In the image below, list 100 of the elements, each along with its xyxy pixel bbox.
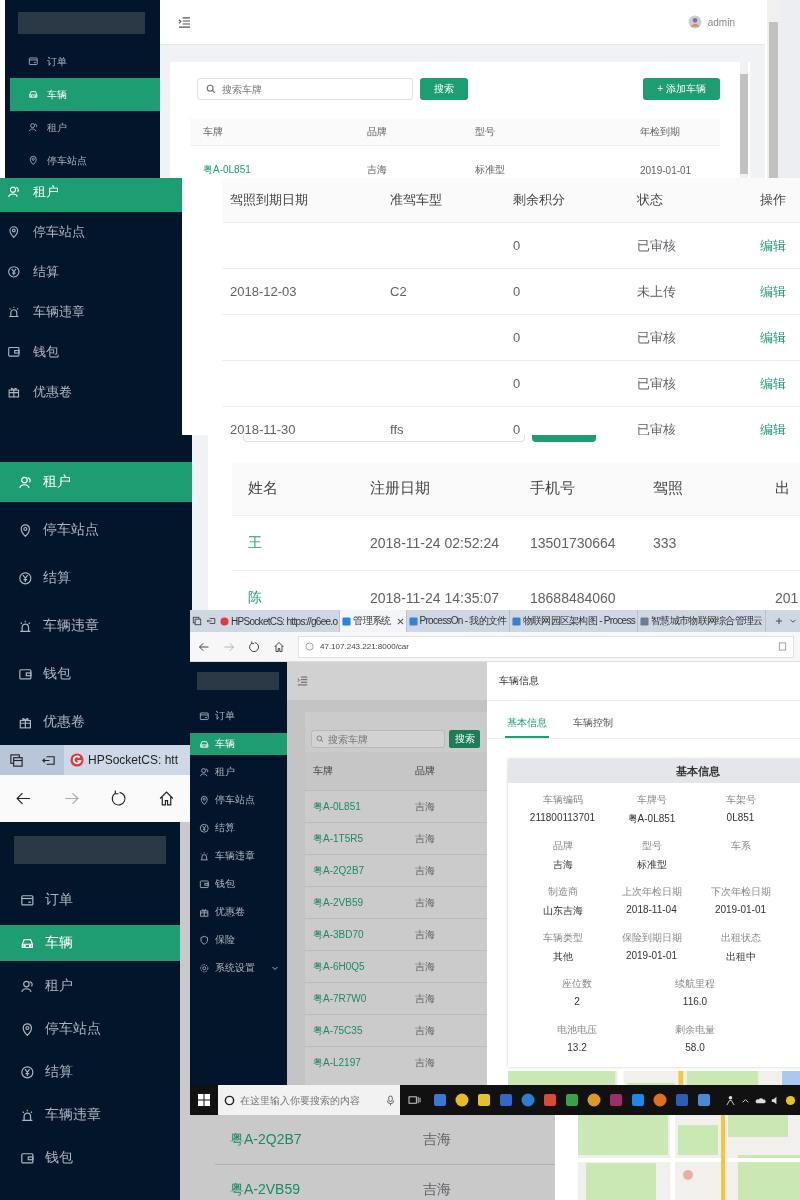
edit-link[interactable]: 编辑 [760,283,786,299]
field-value: 其他 [552,950,573,964]
column-header: 型号 [475,125,495,137]
drawer-title: 车辆信息 [499,674,539,688]
sidebar-item[interactable]: 钱包 [0,1140,180,1176]
table-cell: 吉海 [415,992,435,1004]
table-cell: 吉海 [415,800,435,812]
browser-tab[interactable]: HPSocketCS: htt [64,745,190,775]
sidebar-item[interactable]: 优惠卷 [0,702,192,742]
table-cell: 吉海 [415,1056,435,1068]
column-header: 准驾车型 [390,192,442,207]
table-cell: 333 [653,535,677,551]
table-cell: 吉海 [415,928,435,940]
sidebar-item[interactable]: 结算 [0,1054,180,1090]
search-button[interactable]: 搜索 [449,730,480,748]
sidebar-item[interactable]: 优惠卷 [0,372,182,412]
column-header: 手机号 [530,479,575,496]
sidebar-item[interactable]: 钱包 [190,873,287,895]
table-cell: ffs [390,422,404,435]
column-header: 驾照到期日期 [230,192,308,207]
sidebar-item[interactable]: 停车站点 [0,1011,180,1047]
sidebar-item[interactable]: 停车站点 [0,510,192,550]
table-cell: 吉海 [415,896,435,908]
sidebar-item[interactable]: 停车站点 [0,212,182,252]
table-cell: 已审核 [637,329,676,345]
table-cell: 标准型 [475,164,505,175]
sidebar-item[interactable]: 车辆违章 [0,1097,180,1133]
sidebar-item[interactable]: 钱包 [0,654,192,694]
sidebar-item[interactable]: 结算 [190,817,287,839]
sidebar-item[interactable]: 保险 [190,929,287,951]
search-field[interactable]: 在这里输入你要搜索的内容 [218,1085,400,1115]
sidebar-item[interactable]: 结算 [0,558,192,598]
column-header: 注册日期 [370,479,430,496]
column-header: 品牌 [415,765,435,776]
name-link[interactable]: 王 [248,534,262,550]
sidebar-item[interactable]: 租户 [10,111,160,144]
table-cell: 0 [513,330,521,345]
sidebar-item[interactable]: 车辆违章 [0,606,192,646]
sidebar-item[interactable]: 优惠卷 [190,901,287,923]
sidebar-item[interactable]: 结算 [0,252,182,292]
column-header: 状态 [637,192,663,207]
table-cell: 已审核 [637,237,676,253]
browser-tab[interactable]: 管理系统 [340,610,407,632]
edit-link[interactable]: 编辑 [760,421,786,435]
field-label: 续航里程 [675,977,715,991]
sidebar-item[interactable]: 停车站点 [190,789,287,811]
address-field[interactable]: 47.107.243.221:8000/car [298,635,794,658]
user-name[interactable]: admin [707,16,735,28]
column-header: 车牌 [313,765,333,776]
plate-link[interactable]: 粤A-0L851 [203,164,251,175]
card-title: 基本信息 [676,763,720,779]
sidebar-item[interactable]: 租户 [0,968,180,1004]
edit-link[interactable]: 编辑 [760,329,786,345]
search-field[interactable]: 搜索车牌 [311,730,445,748]
table-cell: 13501730664 [530,535,616,551]
edit-link[interactable]: 编辑 [760,375,786,391]
field-label: 电池电压 [557,1023,597,1037]
column-header: 车牌 [203,125,223,137]
field-value: 211800113701 [529,812,596,823]
tab[interactable]: 基本信息 [505,709,549,738]
field-value: 116.0 [682,996,708,1007]
column-header: 姓名 [248,479,278,496]
sidebar-item[interactable]: 钱包 [0,332,182,372]
field-value: 13.2 [567,1042,587,1053]
table-cell: 0 [513,422,521,435]
field-value: 0L851 [726,812,755,823]
table-cell: 未上传 [637,283,676,299]
sidebar-item[interactable]: 系统设置 [190,957,287,979]
field-label: 车系 [730,839,751,853]
field-value: 2018-11-04 [626,904,677,915]
table-cell: 2018-11-24 14:35:07 [370,590,499,606]
sidebar-item[interactable]: 停车站点 [10,144,160,177]
sidebar-item[interactable]: 租户 [190,761,287,783]
edit-link[interactable]: 编辑 [760,237,786,253]
field-label: 制造商 [547,885,578,899]
column-header: 出 [775,479,790,496]
sidebar-item[interactable]: 订单 [10,45,160,78]
sidebar-item[interactable]: 车辆违章 [190,845,287,867]
column-header: 品牌 [367,125,387,137]
field-value: 出租中 [725,950,756,964]
search-field[interactable]: 搜索车牌 [197,78,413,100]
field-label: 座位数 [562,977,592,991]
table-cell: 0 [513,238,521,253]
table-cell: 吉海 [415,960,435,972]
sidebar-item[interactable]: 车辆违章 [0,292,182,332]
field-label: 车辆类型 [542,931,583,945]
field-label: 保险到期日期 [621,931,682,945]
name-link[interactable]: 陈 [248,589,262,605]
table-cell: 已审核 [637,421,676,435]
field-label: 上次年检日期 [621,885,682,899]
table-cell: 2018-12-03 [230,284,297,299]
table-cell: 吉海 [423,1130,451,1147]
field-label: 下次年检日期 [710,885,771,899]
tab[interactable]: 车辆控制 [571,709,615,738]
sidebar-item[interactable]: 订单 [190,705,287,727]
sidebar-item[interactable]: 订单 [0,882,180,918]
column-header: 年检到期 [640,125,680,137]
field-value: 2019-01-01 [714,904,767,915]
field-value: 标准型 [636,858,667,872]
column-header: 剩余积分 [513,192,565,207]
